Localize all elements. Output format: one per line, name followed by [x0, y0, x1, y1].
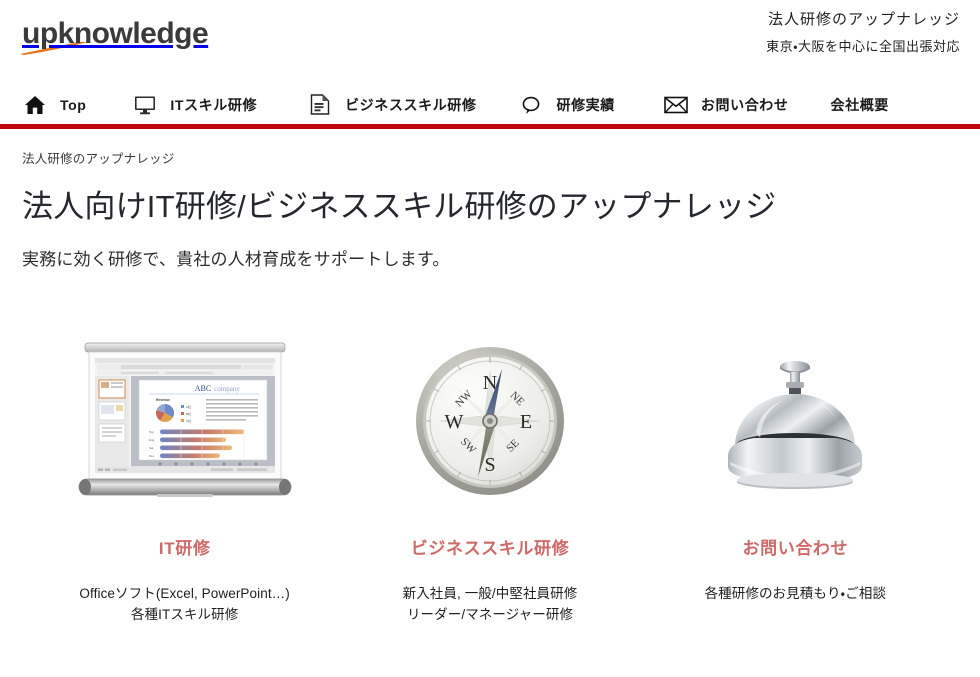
svg-text:W: W [445, 411, 464, 433]
compass-image: N E S W NW NE SE SW [415, 346, 564, 495]
card-title: IT研修 [158, 538, 211, 558]
card-description-line1: 新入社員, 一般/中堅社員研修 [402, 585, 578, 601]
svg-text:Sal: Sal [149, 446, 154, 450]
nav-label: ITスキル研修 [170, 96, 258, 113]
speech-bubble-icon [518, 94, 544, 116]
service-cards: ABC company Revenue A社 B社 C社 Top Eng Sal… [22, 330, 958, 625]
svg-text:Eng: Eng [149, 438, 155, 442]
tagline-main: 法人研修のアップナレッジ [767, 11, 960, 28]
svg-text:company: company [214, 385, 240, 393]
page-subtitle: 実務に効く研修で、貴社の人材育成をサポートします。 [22, 249, 450, 269]
nav-label: お問い合わせ [700, 96, 789, 113]
page-content: 法人研修のアップナレッジ 法人向けIT研修/ビジネススキル研修のアップナレッジ … [0, 148, 980, 625]
page-title: 法人向けIT研修/ビジネススキル研修のアップナレッジ [22, 189, 777, 224]
nav-label: Top [60, 96, 87, 113]
header-tagline: 法人研修のアップナレッジ 東京・大阪を中心に全国出張対応 [766, 8, 960, 59]
service-bell-image [728, 360, 863, 489]
svg-text:Top: Top [149, 430, 154, 434]
card-media: ABC company Revenue A社 B社 C社 Top Eng Sal… [44, 330, 325, 512]
nav-item-it-skill-training[interactable]: ITスキル研修 [122, 94, 267, 116]
card-media: N E S W NW NE SE SW [349, 330, 630, 512]
svg-text:ABC: ABC [194, 384, 210, 393]
card-description-line1: 各種研修のお見積もり・ご相談 [704, 585, 887, 601]
svg-text:S: S [484, 454, 495, 476]
svg-text:C社: C社 [186, 418, 191, 423]
breadcrumb: 法人研修のアップナレッジ [22, 152, 175, 166]
projector-screen-presentation-image: ABC company Revenue A社 B社 C社 TopEngSalDe… [78, 342, 292, 497]
card-description: Officeソフト(Excel, PowerPoint…) 各種ITスキル研修 [44, 583, 325, 625]
document-icon [307, 94, 333, 116]
nav-label: 研修実績 [556, 96, 615, 113]
card-title: お問い合わせ [742, 538, 849, 558]
card-business-skill-training[interactable]: N E S W NW NE SE SW ビジネススキル研修 新入社員, 一般/中… [337, 330, 642, 625]
card-description: 各種研修のお見積もり・ご相談 [655, 583, 936, 604]
svg-text:Revenue: Revenue [156, 398, 170, 402]
logo-text: upknowledge [22, 17, 209, 50]
card-description-line2: 各種ITスキル研修 [130, 606, 239, 622]
nav-label: 会社概要 [830, 96, 889, 113]
nav-item-training-results[interactable]: 研修実績 [508, 94, 624, 116]
svg-text:E: E [520, 411, 532, 433]
home-icon [22, 94, 48, 116]
site-header: upknowledge 法人研修のアップナレッジ 東京・大阪を中心に全国出張対応 [0, 0, 980, 85]
nav-label: ビジネススキル研修 [345, 96, 477, 113]
svg-text:Dev: Dev [149, 454, 155, 458]
nav-item-company-profile[interactable]: 会社概要 [821, 95, 899, 115]
envelope-icon [663, 94, 689, 116]
card-it-training[interactable]: ABC company Revenue A社 B社 C社 Top Eng Sal… [32, 330, 337, 625]
card-contact[interactable]: お問い合わせ 各種研修のお見積もり・ご相談 [643, 330, 948, 625]
nav-item-business-skill-training[interactable]: ビジネススキル研修 [297, 94, 486, 116]
card-media [655, 330, 936, 512]
svg-text:B社: B社 [186, 411, 191, 416]
card-title: ビジネススキル研修 [410, 538, 570, 558]
svg-text:A社: A社 [186, 404, 191, 409]
card-description-line2: リーダー/マネージャー研修 [406, 606, 574, 622]
tagline-sub: 東京・大阪を中心に全国出張対応 [766, 39, 960, 54]
monitor-icon [132, 94, 158, 116]
nav-item-top[interactable]: Top [12, 94, 96, 116]
card-description: 新入社員, 一般/中堅社員研修 リーダー/マネージャー研修 [349, 583, 630, 625]
card-description-line1: Officeソフト(Excel, PowerPoint…) [79, 585, 290, 601]
nav-item-contact[interactable]: お問い合わせ [653, 94, 799, 116]
main-navigation: Top ITスキル研修 ビジネススキル研修 研修実績 お問い合わせ 会社概要 [0, 85, 980, 129]
site-logo[interactable]: upknowledge [20, 17, 232, 61]
